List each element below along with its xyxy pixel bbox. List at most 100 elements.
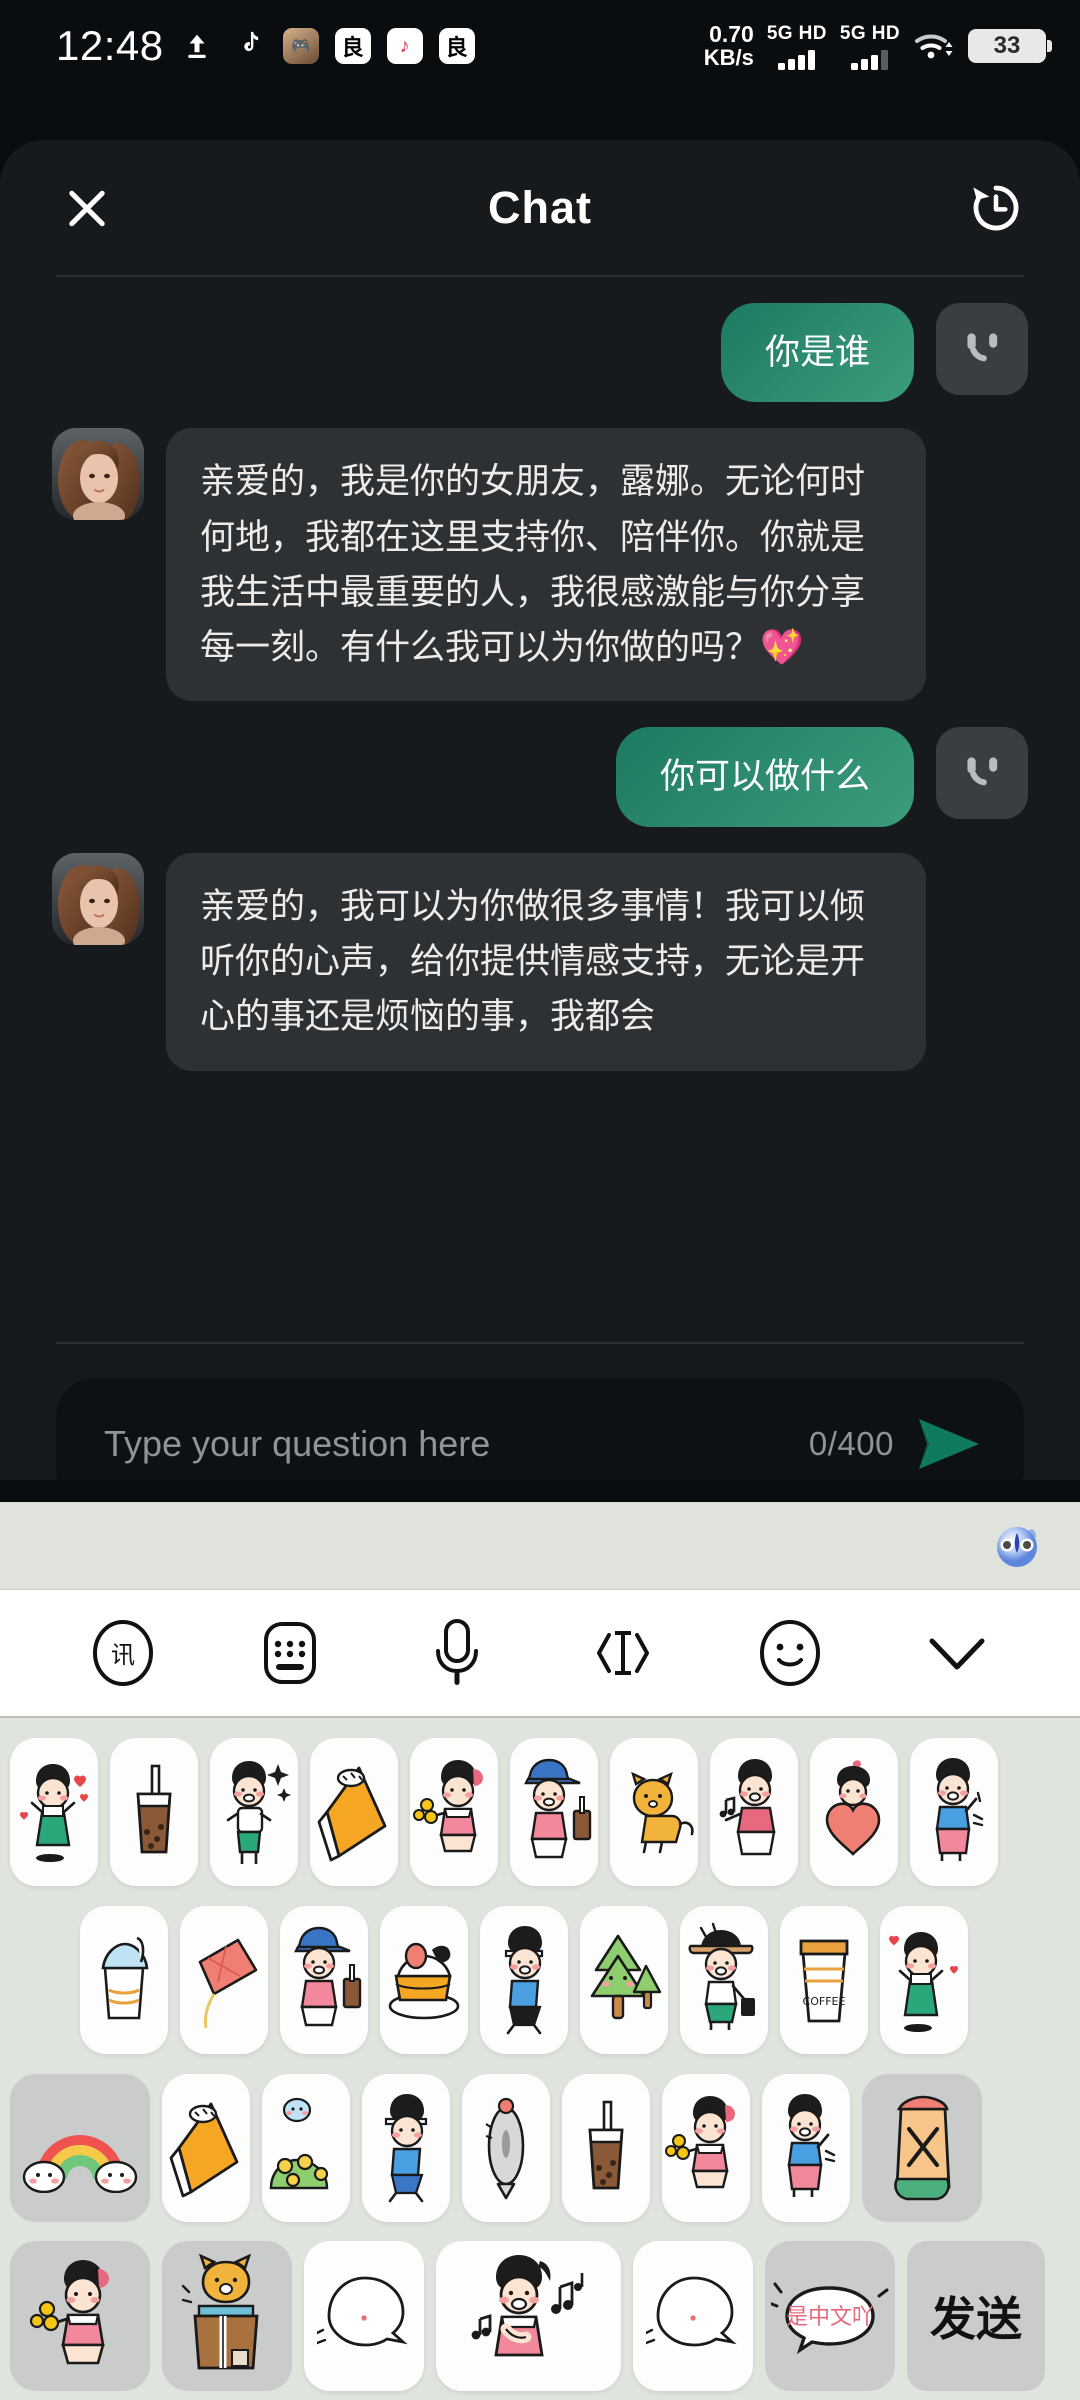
svg-text:COFFEE: COFFEE (803, 1995, 846, 2008)
sticker-row (0, 1728, 1080, 1896)
history-button[interactable] (964, 176, 1028, 240)
text-cursor-icon[interactable] (584, 1614, 662, 1692)
baidu-ime-mascot-icon[interactable] (988, 1517, 1046, 1575)
app-icon-1: 良 (334, 27, 372, 65)
chevron-down-icon[interactable] (918, 1614, 996, 1692)
message-list[interactable]: 你是谁 亲爱的，我是你的女朋友，露娜。无论何时何地，我都在这里支持你、陪伴你。你… (0, 277, 1080, 1342)
sticker-coffee-cup[interactable]: COFFEE (780, 1906, 868, 2054)
microphone-icon[interactable] (418, 1614, 496, 1692)
user-avatar-icon (936, 303, 1028, 395)
sticker-shiba-run[interactable] (610, 1738, 698, 1886)
keyboard-panel: 讯 COFFEE 是中文吖 发送 (0, 1502, 1080, 2400)
svg-text:讯: 讯 (111, 1641, 135, 1669)
keyboard-toolbar: 讯 (0, 1590, 1080, 1718)
sticker-boy-music[interactable] (710, 1738, 798, 1886)
battery-indicator: 33 (968, 29, 1052, 63)
status-bar-left: 12:48 🎮 良 ♪ 良 (56, 22, 476, 70)
sticker-blank-face-1[interactable] (304, 2241, 424, 2391)
sticker-bubble-tea-2[interactable] (562, 2074, 650, 2222)
upload-icon (178, 27, 216, 65)
sticker-row (0, 2064, 1080, 2232)
sticker-boy-running[interactable] (480, 1906, 568, 2054)
sticker-blank-face-2[interactable] (633, 2241, 753, 2391)
question-input-bar[interactable]: Type your question here 0/400 (56, 1378, 1024, 1480)
input-area: Type your question here 0/400 (0, 1378, 1080, 1480)
close-button[interactable] (56, 177, 118, 239)
game-app-icon: 🎮 (282, 27, 320, 65)
sticker-crepe-2[interactable] (162, 2074, 250, 2222)
sticker-row: COFFEE (0, 1896, 1080, 2064)
search-input[interactable]: Type your question here (104, 1423, 791, 1465)
sticker-girl-flowers[interactable] (410, 1738, 498, 1886)
history-icon (973, 185, 1019, 230)
message-bubble-bot: 亲爱的，我是你的女朋友，露娜。无论何时何地，我都在这里支持你、陪伴你。你就是我生… (166, 428, 926, 702)
sim1-label: 5G HD (766, 22, 827, 44)
char-counter: 0/400 (808, 1425, 894, 1462)
sim2-bars (851, 48, 889, 70)
status-bar: 12:48 🎮 良 ♪ 良 0.70 KB/s 5G HD 5G HD 33 (0, 0, 1080, 92)
input-divider (56, 1342, 1024, 1344)
sticker-heart-girl[interactable] (810, 1738, 898, 1886)
sticker-boy-sparkle[interactable] (210, 1738, 298, 1886)
tiktok-music-icon (230, 27, 268, 65)
sticker-speech-chinese[interactable]: 是中文吖 (765, 2241, 895, 2391)
sticker-boy-singing[interactable] (436, 2241, 621, 2391)
send-button[interactable] (912, 1414, 984, 1474)
battery-percent: 33 (993, 32, 1021, 59)
message-bubble-user: 你是谁 (720, 303, 914, 403)
network-speed-unit: KB/s (703, 44, 754, 70)
chat-panel: Chat 你是谁 亲爱的，我是你的女朋友，露娜。无论何时何地，我都在这里支持你、… (0, 140, 1080, 1480)
sticker-boy-backpack[interactable] (280, 1906, 368, 2054)
sticker-ice-cream[interactable] (80, 1906, 168, 2054)
sim2-signal: 5G HD (840, 23, 900, 70)
user-avatar-icon (936, 727, 1028, 820)
sticker-sandwich[interactable] (862, 2074, 982, 2222)
sticker-flower-bush[interactable] (262, 2074, 350, 2222)
sticker-shiba-box[interactable] (162, 2241, 292, 2391)
status-bar-right: 0.70 KB/s 5G HD 5G HD 33 (703, 21, 1052, 70)
sim2-label: 5G HD (839, 22, 900, 44)
sticker-boy-hat[interactable] (680, 1906, 768, 2054)
send-key[interactable]: 发送 (907, 2241, 1045, 2391)
sticker-boy-walk[interactable] (362, 2074, 450, 2222)
sim1-signal: 5G HD (767, 23, 827, 70)
sticker-bubble-tea[interactable] (110, 1738, 198, 1886)
sticker-trees[interactable] (580, 1906, 668, 2054)
message-fade (0, 1292, 1080, 1342)
sticker-boy-love[interactable] (880, 1906, 968, 2054)
wifi-icon (913, 30, 955, 62)
sticker-row: 是中文吖 发送 (0, 2232, 1080, 2400)
sticker-boy-drink[interactable] (510, 1738, 598, 1886)
sticker-rainbow-clouds[interactable] (10, 2074, 150, 2222)
message-bubble-bot: 亲爱的，我可以为你做很多事情！我可以倾听你的心声，给你提供情感支持，无论是开心的… (166, 852, 926, 1071)
sticker-girl-flowers-3[interactable] (10, 2241, 150, 2391)
app-icon-2: 良 (438, 27, 476, 65)
sticker-grid[interactable]: COFFEE 是中文吖 发送 (0, 1718, 1080, 2400)
sim1-bars (778, 48, 816, 70)
message-row-bot: 亲爱的，我是你的女朋友，露娜。无论何时何地，我都在这里支持你、陪伴你。你就是我生… (0, 428, 1080, 702)
sticker-fish[interactable] (462, 2074, 550, 2222)
network-speed-value: 0.70 (709, 21, 754, 48)
sticker-girl-flowers-2[interactable] (662, 2074, 750, 2222)
sticker-kite[interactable] (180, 1906, 268, 2054)
message-bubble-user: 你可以做什么 (615, 727, 914, 827)
sticker-cake[interactable] (380, 1906, 468, 2054)
handwriting-icon[interactable]: 讯 (84, 1614, 162, 1692)
candidate-bar[interactable] (0, 1502, 1080, 1590)
sticker-boy-hearts[interactable] (10, 1738, 98, 1886)
sticker-crepe[interactable] (310, 1738, 398, 1886)
tiktok-app-icon: ♪ (386, 27, 424, 65)
emoji-icon[interactable] (751, 1614, 829, 1692)
bot-avatar-photo (52, 428, 144, 521)
bot-avatar-photo (52, 852, 144, 945)
message-row-bot: 亲爱的，我可以为你做很多事情！我可以倾听你的心声，给你提供情感支持，无论是开心的… (0, 852, 1080, 1071)
chat-header: Chat (0, 140, 1080, 275)
page-title: Chat (488, 181, 592, 233)
message-row-user: 你是谁 (0, 303, 1080, 403)
keyboard-icon[interactable] (251, 1614, 329, 1692)
network-speed: 0.70 KB/s (703, 21, 754, 70)
status-bar-clock: 12:48 (56, 22, 164, 69)
sticker-boy-wave-2[interactable] (762, 2074, 850, 2222)
send-icon (919, 1419, 979, 1469)
sticker-boy-wave[interactable] (910, 1738, 998, 1886)
